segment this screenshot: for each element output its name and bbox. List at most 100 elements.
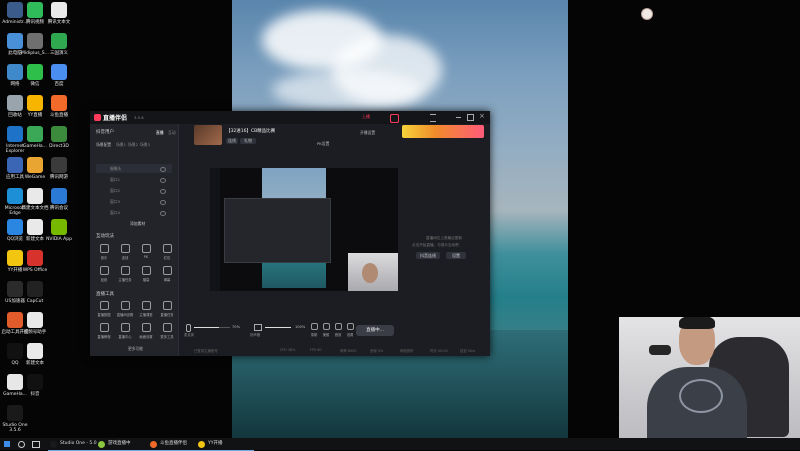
tool-button[interactable]: 红包 — [157, 244, 177, 260]
source-item-label: 摄像头 — [110, 166, 122, 171]
more-functions-button[interactable]: 更多功能 — [128, 346, 143, 352]
search-icon[interactable] — [18, 441, 25, 448]
desktop-icon[interactable]: WPS Office — [20, 250, 50, 273]
tool-button[interactable]: 音乐 — [94, 244, 114, 260]
visibility-eye-icon[interactable] — [160, 200, 166, 205]
visibility-eye-icon[interactable] — [160, 178, 166, 183]
tool-button[interactable]: 直播中心 — [115, 323, 135, 339]
app-shortcut-icon — [27, 126, 43, 142]
control-button[interactable]: 音效 — [332, 323, 344, 337]
menu-icon[interactable] — [430, 114, 436, 122]
notify-badge[interactable]: 上播 — [362, 114, 370, 120]
scene-tab-3[interactable]: 场景3 — [140, 142, 150, 148]
desktop-icon[interactable]: 腾讯网游 — [44, 157, 74, 180]
webcam-feed — [619, 317, 800, 450]
desktop-icon[interactable]: 斗鱼直播 — [44, 95, 74, 118]
douyin-link-button[interactable]: 抖音连线 — [416, 252, 440, 259]
tool-button[interactable]: 贴纸 — [94, 266, 114, 282]
desktop-icon[interactable]: 腾讯文本文 — [44, 2, 74, 25]
desktop-icon[interactable]: 三国演义 — [44, 33, 74, 56]
desktop-icon-label: 百度 — [54, 82, 64, 87]
scene-tab-1[interactable]: 场景1 — [116, 142, 126, 148]
mic-icon[interactable] — [186, 324, 191, 332]
start-settings-link[interactable]: 开播设置 — [360, 130, 375, 136]
start-icon[interactable] — [4, 441, 10, 447]
desktop-icon[interactable]: 腾讯会议 — [44, 188, 74, 211]
desktop-icon[interactable]: NVIDIA App — [44, 219, 74, 242]
tool-button[interactable]: 主播任务 — [115, 266, 135, 282]
status-tag-link[interactable]: 连线 — [226, 138, 238, 144]
left-sidebar: 抖音用户 直播 互动 场景配置 场景1 场景2 场景3 摄像头 窗口1 窗口2 窗口3… — [90, 124, 179, 356]
source-list-item[interactable]: 摄像头 — [96, 164, 172, 173]
live-companion-window[interactable]: 直播伴侣 3.5.6 上播 × 抖音用户 直播 互动 场景配置 场景1 场景2 … — [90, 111, 490, 356]
tool-icon — [162, 244, 172, 253]
user-name[interactable]: 抖音用户 — [96, 129, 114, 135]
tool-icon — [120, 244, 130, 253]
source-list-item[interactable]: 窗口3 — [96, 197, 172, 206]
room-title[interactable]: 【32进16】CB精品比赛 — [226, 128, 275, 134]
mic-slider[interactable] — [194, 327, 230, 328]
pk-settings-link[interactable]: PK设置 — [317, 141, 329, 147]
maximize-icon[interactable] — [467, 114, 474, 121]
room-cover[interactable] — [194, 125, 222, 145]
right-tip-2: 点击开始直播，与观众互动吧 — [412, 243, 459, 247]
visibility-eye-icon[interactable] — [160, 167, 166, 172]
tool-button[interactable]: PK — [136, 244, 156, 259]
tool-button[interactable]: 连线 — [115, 244, 135, 260]
start-live-button[interactable]: 直播中... — [356, 325, 394, 336]
speaker-label: 扬声器 — [250, 333, 261, 337]
desktop-icon[interactable]: Studio One 3.5.6 — [0, 405, 30, 433]
speaker-slider[interactable] — [265, 327, 291, 328]
control-label: 录制 — [310, 333, 318, 337]
close-icon[interactable]: × — [479, 112, 485, 120]
desktop-icon[interactable]: 新建文本 — [20, 343, 50, 366]
taskbar-item[interactable]: YY开播 — [196, 438, 254, 451]
tool-button[interactable]: 更多工具 — [157, 323, 177, 339]
control-icon — [334, 323, 342, 330]
promo-banner[interactable] — [402, 125, 484, 138]
desktop-icon-label: 新建文本 — [26, 361, 44, 366]
desktop-icon[interactable]: Direct3D — [44, 126, 74, 149]
visibility-eye-icon[interactable] — [160, 189, 166, 194]
tool-button[interactable]: 弹幕 — [157, 266, 177, 282]
desktop-icon[interactable]: 抖音 — [20, 374, 50, 397]
app-shortcut-icon — [51, 126, 67, 142]
minimize-icon[interactable] — [456, 117, 461, 118]
gift-icon[interactable] — [390, 114, 399, 123]
desktop-icon[interactable]: 视频号助手 — [20, 312, 50, 335]
tool-button[interactable]: 主播课堂 — [136, 301, 156, 317]
app-shortcut-icon — [27, 33, 43, 49]
right-settings-button[interactable]: 设置 — [446, 252, 466, 259]
desktop-icon-label: 抖音 — [30, 392, 40, 397]
control-button[interactable]: 美颜 — [320, 323, 332, 337]
tool-icon — [141, 266, 151, 275]
tool-label: 直播任务 — [160, 313, 174, 317]
tool-button[interactable]: 画面设置 — [136, 323, 156, 339]
task-view-icon[interactable] — [32, 441, 40, 448]
desktop-icon[interactable]: CapCut — [20, 281, 50, 304]
taskbar: Studio One - 5.0 游戏直播中 斗鱼直播伴侣 YY开播 — [0, 438, 800, 451]
control-button[interactable]: 设置 — [344, 323, 356, 337]
desktop-icon[interactable]: 百度 — [44, 64, 74, 87]
add-source-button[interactable]: 添加素材 — [130, 221, 145, 227]
visibility-eye-icon[interactable] — [160, 211, 166, 216]
stream-preview-canvas[interactable] — [210, 168, 398, 291]
tool-button[interactable]: 直播任务 — [157, 301, 177, 317]
source-list-item[interactable]: 窗口4 — [96, 208, 172, 217]
scene-tab-2[interactable]: 场景2 — [128, 142, 138, 148]
speaker-icon[interactable] — [254, 324, 262, 331]
tool-label: 主播课堂 — [139, 313, 153, 317]
tool-label: 直播中心 — [118, 335, 132, 339]
taskbar-item[interactable]: 游戏直播中 — [96, 438, 154, 451]
control-button[interactable]: 录制 — [308, 323, 320, 337]
tool-button[interactable]: 直播教程 — [94, 323, 114, 339]
source-list-item[interactable]: 窗口2 — [96, 186, 172, 195]
tool-button[interactable]: 直播数据 — [94, 301, 114, 317]
title-bar[interactable]: 直播伴侣 3.5.6 上播 × — [90, 111, 490, 124]
tool-button[interactable]: 直播间设置 — [115, 301, 135, 317]
status-tag-gift[interactable]: 礼物 — [240, 138, 256, 144]
tab-interact[interactable]: 互动 — [168, 130, 176, 136]
source-list-item[interactable]: 窗口1 — [96, 175, 172, 184]
tab-live[interactable]: 直播 — [156, 130, 164, 136]
tool-button[interactable]: 福袋 — [136, 266, 156, 282]
